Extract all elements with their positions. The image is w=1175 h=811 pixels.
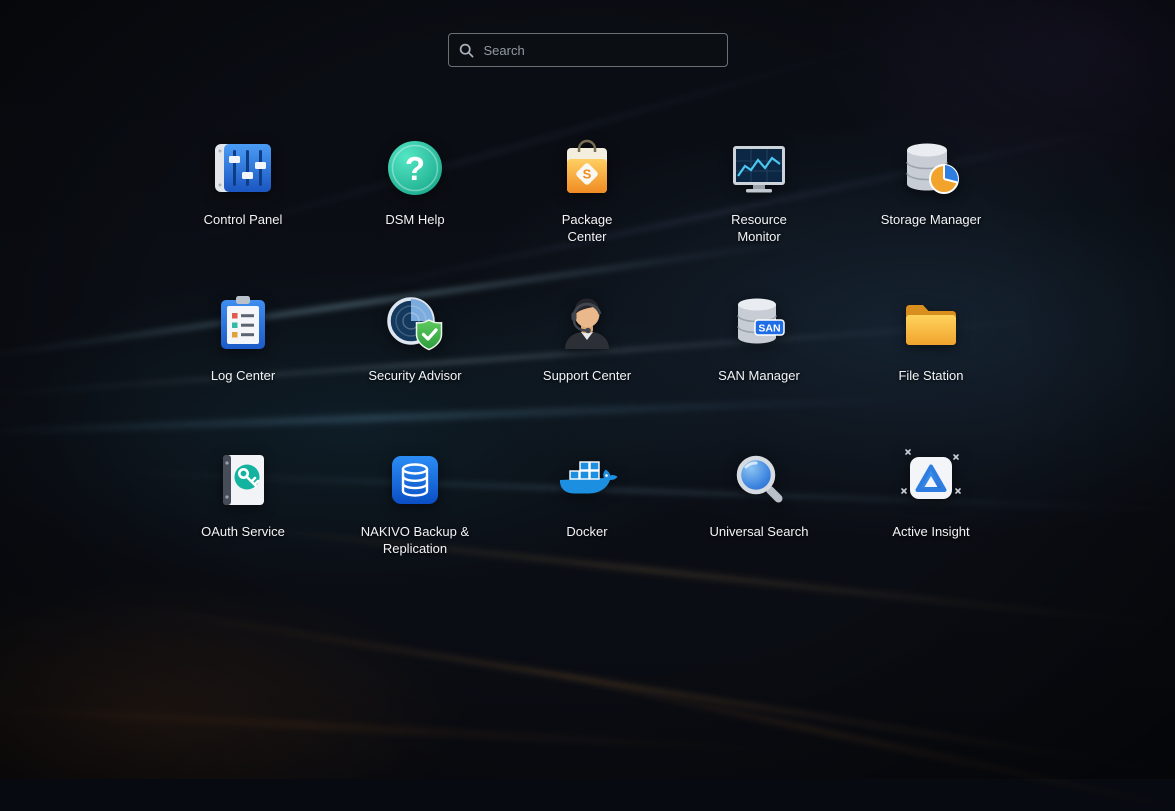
synology-s-glyph: S	[583, 167, 592, 182]
app-label: Storage Manager	[881, 211, 981, 228]
app-grid: Control Panel ? DSM Help	[157, 130, 1017, 598]
app-label: Control Panel	[204, 211, 283, 228]
support-center-icon	[554, 291, 620, 357]
resource-monitor-icon	[726, 135, 792, 201]
san-manager-icon: SAN	[726, 291, 792, 357]
dsm-help-icon: ?	[382, 135, 448, 201]
app-label: Support Center	[543, 367, 631, 384]
app-label: Package Center	[562, 211, 613, 245]
app-active-insight[interactable]: Active Insight	[845, 442, 1017, 598]
app-label: Active Insight	[892, 523, 969, 540]
search-icon	[459, 43, 474, 58]
docker-icon	[554, 447, 620, 513]
app-label: File Station	[898, 367, 963, 384]
app-oauth-service[interactable]: OAuth Service	[157, 442, 329, 598]
app-label: OAuth Service	[201, 523, 285, 540]
app-docker[interactable]: Docker	[501, 442, 673, 598]
file-station-icon	[898, 291, 964, 357]
app-label: DSM Help	[385, 211, 444, 228]
app-dsm-help[interactable]: ? DSM Help	[329, 130, 501, 286]
app-package-center[interactable]: S Package Center	[501, 130, 673, 286]
app-resource-monitor[interactable]: Resource Monitor	[673, 130, 845, 286]
app-nakivo-backup-replication[interactable]: NAKIVO Backup & Replication	[329, 442, 501, 598]
light-streak	[499, 660, 1175, 811]
app-storage-manager[interactable]: Storage Manager	[845, 130, 1017, 286]
app-support-center[interactable]: Support Center	[501, 286, 673, 442]
nakivo-backup-icon	[382, 447, 448, 513]
question-mark-glyph: ?	[405, 150, 425, 187]
app-security-advisor[interactable]: Security Advisor	[329, 286, 501, 442]
app-file-station[interactable]: File Station	[845, 286, 1017, 442]
app-label: SAN Manager	[718, 367, 800, 384]
app-san-manager[interactable]: SAN SAN Manager	[673, 286, 845, 442]
app-control-panel[interactable]: Control Panel	[157, 130, 329, 286]
app-label: Docker	[566, 523, 607, 540]
app-label: Universal Search	[710, 523, 809, 540]
app-universal-search[interactable]: Universal Search	[673, 442, 845, 598]
security-advisor-icon	[382, 291, 448, 357]
light-streak	[0, 700, 799, 755]
universal-search-icon	[726, 447, 792, 513]
search-input[interactable]	[482, 42, 717, 59]
app-label: NAKIVO Backup & Replication	[361, 523, 469, 557]
storage-manager-icon	[898, 135, 964, 201]
search-bar[interactable]	[448, 33, 728, 67]
oauth-service-icon	[210, 447, 276, 513]
app-label: Security Advisor	[368, 367, 461, 384]
control-panel-icon	[210, 135, 276, 201]
log-center-icon	[210, 291, 276, 357]
light-streak	[100, 600, 1175, 777]
app-label: Resource Monitor	[731, 211, 787, 245]
active-insight-icon	[898, 447, 964, 513]
app-label: Log Center	[211, 367, 275, 384]
app-log-center[interactable]: Log Center	[157, 286, 329, 442]
san-label-glyph: SAN	[758, 323, 780, 335]
package-center-icon: S	[554, 135, 620, 201]
